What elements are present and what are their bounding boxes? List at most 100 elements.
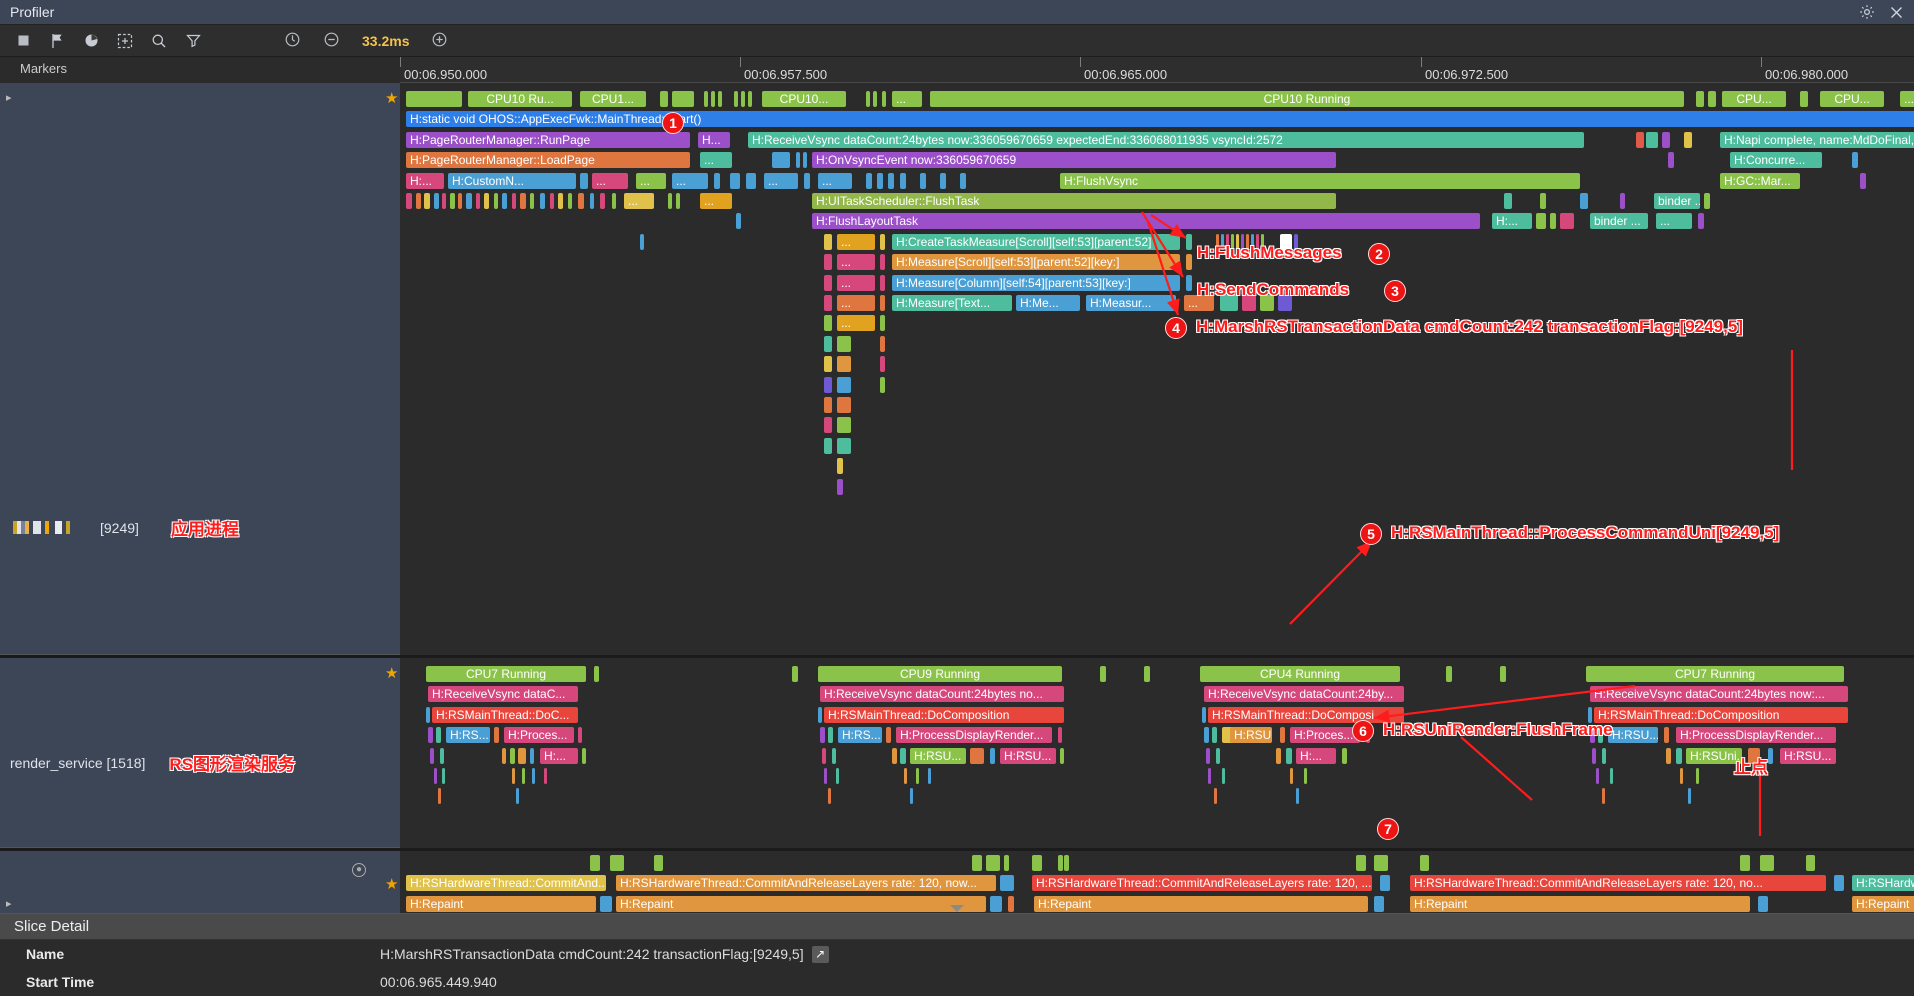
timeline-slice[interactable]	[406, 91, 462, 107]
timeline-slice[interactable]	[494, 193, 498, 209]
timeline-slice[interactable]	[900, 747, 906, 764]
timeline-slice[interactable]	[1666, 747, 1671, 764]
timeline-slice[interactable]	[578, 193, 584, 209]
timeline-slice[interactable]	[880, 356, 885, 373]
timeline-slice[interactable]: H:ReceiveVsync dataCount:24bytes now:...	[1590, 686, 1848, 703]
timeline-slice[interactable]	[1060, 747, 1064, 764]
timeline-slice[interactable]	[824, 315, 832, 332]
timeline-slice[interactable]	[837, 417, 851, 434]
timeline-slice[interactable]	[558, 193, 563, 209]
timeline-slice[interactable]	[1420, 855, 1429, 871]
search-icon[interactable]	[150, 32, 168, 50]
timeline-slice[interactable]	[530, 747, 534, 764]
timeline-slice[interactable]	[1342, 747, 1347, 764]
timeline-slice[interactable]	[837, 356, 851, 373]
timeline-slice[interactable]: H:RSU...	[910, 747, 966, 764]
timeline-slice[interactable]	[1380, 875, 1390, 892]
timeline-slice[interactable]: H:...	[540, 747, 578, 764]
timeline-slice[interactable]	[1708, 91, 1716, 107]
timeline-slice[interactable]	[660, 91, 668, 107]
timeline-slice[interactable]	[714, 172, 720, 189]
timeline-slice[interactable]	[510, 747, 515, 764]
timeline-slice[interactable]	[741, 91, 745, 107]
timeline-slice[interactable]	[544, 768, 547, 784]
timeline-slice[interactable]	[904, 768, 907, 784]
timeline-slice[interactable]	[928, 768, 931, 784]
timeline-slice[interactable]: H:ProcessDisplayRender...	[896, 727, 1052, 744]
timeline-slice[interactable]	[880, 274, 885, 291]
timeline-slice[interactable]	[416, 193, 421, 209]
timeline-slice[interactable]: ...	[1900, 91, 1914, 107]
timeline-slice[interactable]	[1212, 727, 1217, 744]
timeline-slice[interactable]: CPU7 Running	[426, 666, 586, 682]
timeline-slice[interactable]	[442, 193, 446, 209]
timeline-slice[interactable]	[590, 193, 594, 209]
timeline-slice[interactable]	[600, 193, 605, 209]
timeline-slice[interactable]	[1696, 91, 1704, 107]
timeline-slice[interactable]: H:Repaint	[1852, 895, 1914, 912]
timeline-slice[interactable]	[440, 747, 444, 764]
timeline-slice[interactable]	[1100, 666, 1106, 682]
timeline-slice[interactable]: CPU...	[1722, 91, 1786, 107]
timeline-slice[interactable]	[832, 747, 836, 764]
timeline-slice[interactable]: H:ReceiveVsync dataCount:24bytes now:336…	[748, 131, 1584, 148]
timeline-slice[interactable]: ...	[624, 193, 654, 209]
timeline-slice[interactable]	[880, 376, 885, 393]
timeline-slice[interactable]	[1698, 213, 1704, 230]
timeline-slice[interactable]: H:RSHardwareT...	[1852, 875, 1914, 892]
timeline-slice[interactable]: H:Repaint	[1034, 895, 1368, 912]
timeline-slice[interactable]	[436, 727, 441, 744]
timeline-slice[interactable]	[1680, 768, 1683, 784]
timeline-slice[interactable]	[837, 437, 851, 454]
timeline-slice[interactable]	[430, 747, 434, 764]
timeline-slice[interactable]	[880, 315, 885, 332]
timeline-slice[interactable]	[580, 172, 588, 189]
timeline-slice[interactable]: CPU10...	[762, 91, 846, 107]
timeline-slice[interactable]	[1276, 747, 1281, 764]
timeline-slice[interactable]	[1540, 193, 1546, 209]
timeline-slice[interactable]: H:RSMainThread::DoC...	[432, 706, 578, 723]
timeline-slice[interactable]	[640, 233, 644, 250]
timeline-slice[interactable]: ...	[700, 193, 732, 209]
select-region-icon[interactable]	[116, 32, 134, 50]
timeline-slice[interactable]	[1834, 875, 1844, 892]
timeline-slice[interactable]	[970, 747, 984, 764]
timeline-slice[interactable]	[512, 768, 515, 784]
timeline-slice[interactable]: H:Measur...	[1086, 295, 1176, 311]
timeline-slice[interactable]	[877, 172, 883, 189]
timeline-slice[interactable]	[837, 458, 843, 475]
timeline-slice[interactable]: H:RSHardwareThread::CommitAndReleaseLaye…	[1410, 875, 1826, 892]
timeline-ruler[interactable]: 00:06.950.000 00:06.957.500 00:06.965.000 0…	[400, 57, 1914, 83]
timeline-slice[interactable]	[1758, 895, 1768, 912]
timeline-slice[interactable]	[1596, 768, 1599, 784]
timeline-slice[interactable]	[1740, 855, 1750, 871]
timeline-slice[interactable]	[568, 193, 572, 209]
timeline-slice[interactable]: CPU1...	[580, 91, 646, 107]
timeline-slice[interactable]: H:GC::Mar...	[1720, 172, 1800, 189]
timeline-slice[interactable]	[518, 747, 526, 764]
timeline-slice[interactable]: CPU9 Running	[818, 666, 1062, 682]
timeline-slice[interactable]	[1202, 706, 1206, 723]
timeline-slice[interactable]	[426, 706, 430, 723]
filter-icon[interactable]	[184, 32, 202, 50]
timeline-slice[interactable]	[824, 437, 832, 454]
timeline-slice[interactable]: H...	[698, 131, 730, 148]
timeline-slice[interactable]	[1058, 727, 1062, 744]
timeline-slice[interactable]: ...	[700, 152, 732, 169]
timeline-slice[interactable]	[424, 193, 430, 209]
collapse-caret-app[interactable]: ▸	[6, 91, 12, 104]
timeline-slice[interactable]	[920, 172, 926, 189]
timeline-slice[interactable]: H:Measure[Scroll][self:53][parent:52][ke…	[892, 254, 1180, 271]
timeline-slice[interactable]: CPU...	[1820, 91, 1884, 107]
timeline-slice[interactable]	[1000, 875, 1014, 892]
timeline-slice[interactable]: ...	[837, 233, 875, 250]
timeline-slice[interactable]	[1760, 855, 1774, 871]
timeline-slice[interactable]	[986, 855, 1000, 871]
process-canvas-app[interactable]: CPU10 Ru... CPU1... CPU10...... CPU10 Runni…	[400, 83, 1914, 655]
timeline-slice[interactable]: H:UITaskScheduler::FlushTask	[812, 193, 1336, 209]
timeline-slice[interactable]: H:RSU...	[1780, 747, 1836, 764]
timeline-slice[interactable]	[1602, 788, 1605, 805]
timeline-slice[interactable]	[880, 335, 885, 352]
slice-detail-resize-handle[interactable]	[950, 905, 964, 912]
timeline-slice[interactable]	[438, 788, 441, 805]
